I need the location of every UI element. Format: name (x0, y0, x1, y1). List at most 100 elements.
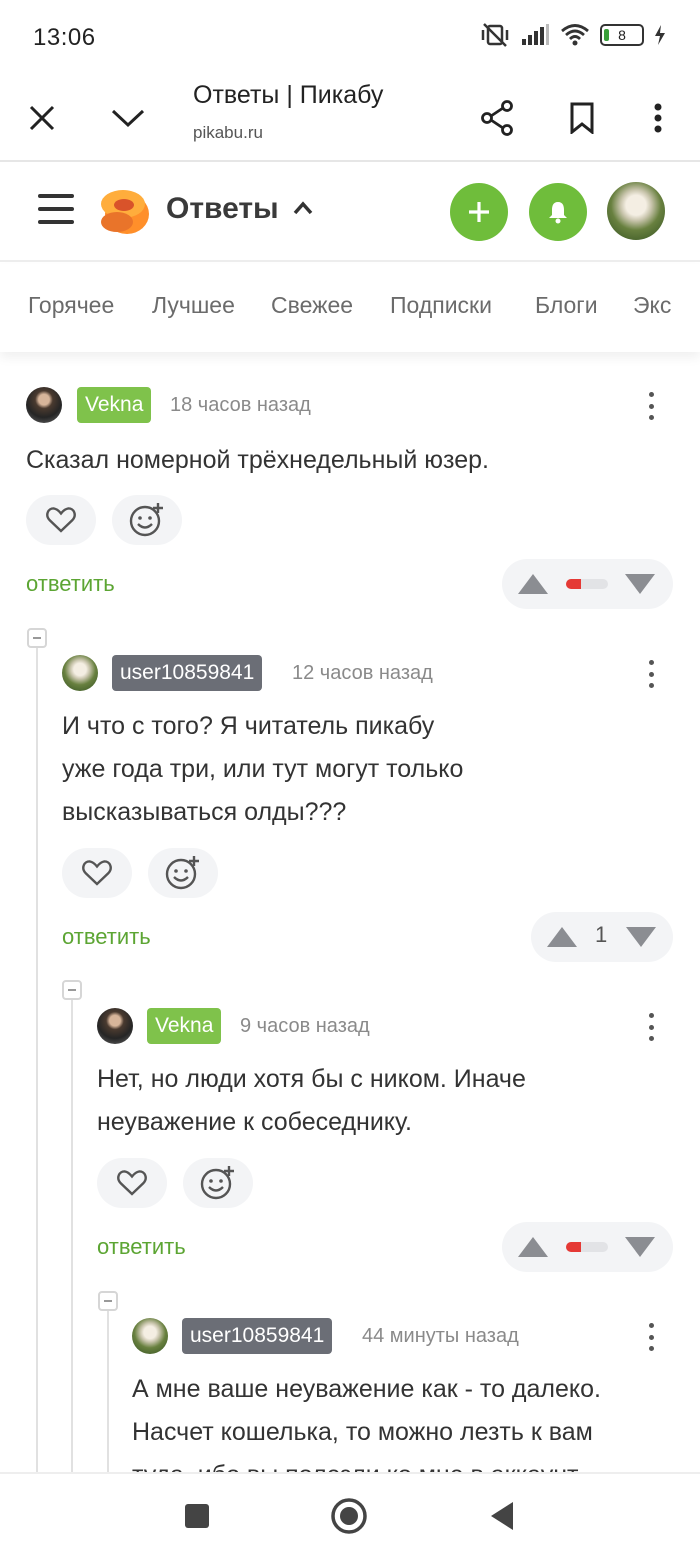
comment-author[interactable]: user10859841 (112, 655, 263, 691)
heart-icon (82, 860, 112, 886)
comment: Vekna 9 часов назад Нет, но люди хотя бы… (97, 1008, 676, 1278)
rating-bar-fill (566, 579, 581, 589)
comment: user10859841 12 часов назад И что с того… (62, 655, 676, 970)
add-emoji-icon (165, 856, 199, 890)
add-emoji-icon (200, 1166, 234, 1200)
avatar[interactable] (132, 1318, 168, 1354)
minimize-button[interactable] (100, 90, 156, 146)
avatar[interactable] (26, 387, 62, 423)
reply-link[interactable]: ответить (62, 924, 151, 950)
share-button[interactable] (469, 90, 525, 146)
upvote-button[interactable] (518, 574, 548, 594)
site-header: Ответы (0, 162, 700, 262)
browser-menu-button[interactable] (630, 90, 686, 146)
reply-link[interactable]: ответить (26, 571, 115, 597)
back-button[interactable] (478, 1492, 526, 1540)
upvote-button[interactable] (547, 927, 577, 947)
notifications-button[interactable] (529, 183, 587, 241)
comment-time: 44 минуты назад (362, 1325, 519, 1347)
comment-menu-button[interactable] (641, 1320, 661, 1354)
tab-best[interactable]: Лучшее (152, 292, 235, 319)
comment-time: 12 часов назад (292, 662, 433, 684)
comment-author[interactable]: Vekna (77, 387, 152, 423)
comment-text: Нет, но люди хотя бы с ником. Иначе неув… (97, 1065, 526, 1136)
add-post-button[interactable] (450, 183, 508, 241)
bell-icon (549, 202, 567, 224)
bookmark-button[interactable] (554, 90, 610, 146)
back-triangle-icon (491, 1502, 513, 1530)
comment-author[interactable]: Vekna (147, 1008, 222, 1044)
menu-icon[interactable] (38, 194, 74, 230)
react-button[interactable] (148, 848, 218, 898)
collapse-thread-button[interactable] (27, 628, 47, 648)
tab-blogs[interactable]: Блоги (535, 292, 598, 319)
collapse-thread-button[interactable] (62, 980, 82, 1000)
avatar[interactable] (62, 655, 98, 691)
comment: Vekna 18 часов назад Сказал номерной трё… (26, 387, 676, 612)
status-icons: 8 (480, 22, 666, 48)
downvote-button[interactable] (626, 927, 656, 947)
status-bar: 13:06 8 (0, 0, 700, 76)
avatar[interactable] (97, 1008, 133, 1044)
downvote-button[interactable] (625, 574, 655, 594)
comment-text: И что с того? Я читатель пикабу уже года… (62, 712, 464, 826)
browser-toolbar: Ответы | Пикабу pikabu.ru (0, 76, 700, 162)
system-navigation-bar (0, 1472, 700, 1556)
reply-link[interactable]: ответить (97, 1234, 186, 1260)
comment-time: 9 часов назад (240, 1015, 370, 1037)
comment-author[interactable]: user10859841 (182, 1318, 333, 1354)
comment-time: 18 часов назад (170, 394, 311, 416)
status-time: 13:06 (33, 24, 96, 51)
charging-icon (655, 25, 665, 45)
vibrate-off-icon (481, 23, 509, 47)
comment-rating: 1 (531, 912, 673, 962)
react-button[interactable] (183, 1158, 253, 1208)
comment-menu-button[interactable] (641, 657, 661, 691)
square-icon (185, 1504, 209, 1528)
like-button[interactable] (26, 495, 96, 545)
tab-hot[interactable]: Горячее (28, 292, 114, 319)
thread-line (71, 1000, 73, 1472)
add-emoji-icon (129, 503, 163, 537)
tab-subscriptions[interactable]: Подписки (390, 292, 492, 319)
comment-rating (502, 1222, 673, 1272)
recent-apps-button[interactable] (173, 1492, 221, 1540)
rating-value: 1 (595, 922, 608, 947)
signal-icon (522, 24, 549, 45)
battery-level: 8 (618, 27, 626, 43)
battery-indicator: 8 (600, 24, 644, 46)
comment-rating (502, 559, 673, 609)
feed-tabs: Горячее Лучшее Свежее Подписки Блоги Экс (0, 264, 700, 352)
thread-line (107, 1310, 109, 1472)
pikabu-logo-icon[interactable] (97, 186, 151, 236)
thread-line (36, 640, 38, 1472)
comment-text: Сказал номерной трёхнедельный юзер. (26, 446, 489, 474)
like-button[interactable] (62, 848, 132, 898)
collapse-thread-button[interactable] (98, 1291, 118, 1311)
tab-fresh[interactable]: Свежее (271, 292, 353, 319)
heart-icon (117, 1170, 147, 1196)
plus-icon (469, 202, 489, 222)
rating-bar (566, 1242, 608, 1252)
react-button[interactable] (112, 495, 182, 545)
comment-menu-button[interactable] (641, 1010, 661, 1044)
comment-menu-button[interactable] (641, 389, 661, 423)
home-circle-icon (331, 1498, 367, 1534)
downvote-button[interactable] (625, 1237, 655, 1257)
page-url[interactable]: pikabu.ru (193, 123, 263, 143)
bookmark-icon (570, 102, 594, 134)
chevron-up-icon[interactable] (292, 200, 314, 216)
tab-more[interactable]: Экс (633, 292, 671, 319)
upvote-button[interactable] (518, 1237, 548, 1257)
user-avatar[interactable] (607, 182, 665, 240)
wifi-icon (561, 24, 589, 46)
like-button[interactable] (97, 1158, 167, 1208)
comment-text: А мне ваше неуважение как - то далеко. Н… (132, 1375, 601, 1472)
section-title[interactable]: Ответы (166, 192, 279, 226)
page-title: Ответы | Пикабу (193, 81, 384, 109)
heart-icon (46, 507, 76, 533)
home-button[interactable] (325, 1492, 373, 1540)
more-vertical-icon (654, 103, 662, 133)
close-tab-button[interactable] (14, 90, 70, 146)
rating-bar-fill (566, 1242, 581, 1252)
